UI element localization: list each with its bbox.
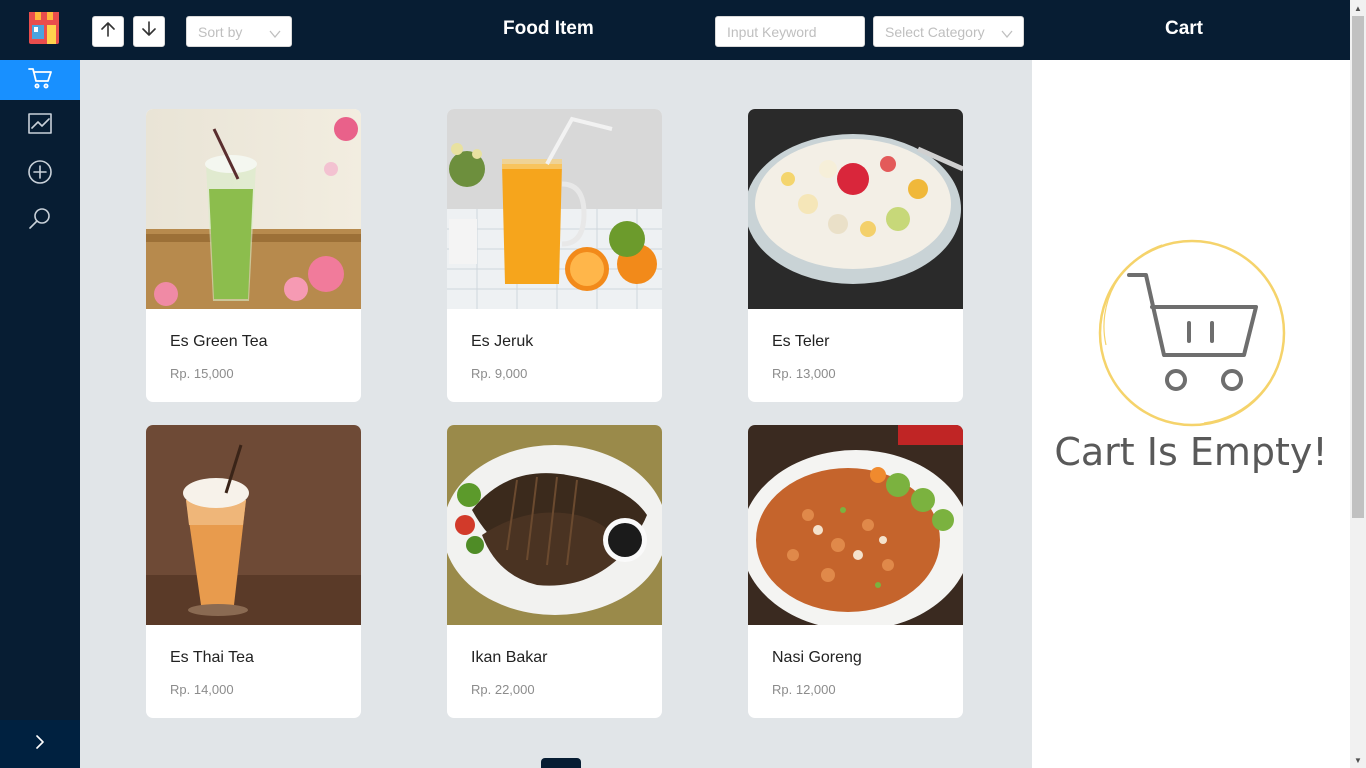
product-image [146, 425, 361, 625]
product-price: Rp. 9,000 [471, 366, 528, 381]
product-name: Es Jeruk [471, 333, 534, 350]
scrollbar-thumb[interactable] [1352, 16, 1364, 518]
sidebar-collapse-toggle[interactable] [0, 720, 80, 768]
product-price: Rp. 12,000 [772, 682, 836, 697]
page-title: Food Item [503, 18, 594, 39]
sort-descending-button[interactable] [133, 16, 165, 47]
store-logo [26, 10, 62, 46]
sidebar-item-add[interactable] [0, 154, 80, 194]
vertical-scrollbar[interactable]: ▲ ▼ [1350, 0, 1366, 768]
product-price: Rp. 22,000 [471, 682, 535, 697]
arrow-up-icon [101, 21, 115, 42]
sort-by-select[interactable]: Sort by [186, 16, 292, 47]
arrow-down-icon [142, 21, 156, 42]
product-name: Es Thai Tea [170, 649, 254, 666]
sidebar [0, 0, 80, 768]
product-card[interactable]: Es Teler Rp. 13,000 [748, 109, 963, 402]
product-price: Rp. 13,000 [772, 366, 836, 381]
product-card[interactable]: Ikan Bakar Rp. 22,000 [447, 425, 662, 718]
scroll-up-arrow-icon[interactable]: ▲ [1350, 0, 1366, 16]
sort-ascending-button[interactable] [92, 16, 124, 47]
product-price: Rp. 14,000 [170, 682, 234, 697]
sort-by-placeholder: Sort by [198, 23, 243, 40]
sidebar-item-cart[interactable] [0, 60, 80, 100]
chart-icon [27, 111, 53, 142]
chevron-right-icon [34, 734, 46, 754]
category-select[interactable]: Select Category [873, 16, 1024, 47]
product-image [748, 109, 963, 309]
keyword-search-input[interactable] [715, 16, 865, 47]
product-image [146, 109, 361, 309]
category-placeholder: Select Category [885, 23, 985, 40]
product-name: Es Teler [772, 333, 830, 350]
cart-empty-message: Cart Is Empty! [1054, 430, 1328, 474]
scroll-down-arrow-icon[interactable]: ▼ [1350, 752, 1366, 768]
product-image [447, 109, 662, 309]
chevron-down-icon [1001, 26, 1013, 42]
product-name: Nasi Goreng [772, 649, 862, 666]
cart-title: Cart [1165, 18, 1204, 39]
product-card[interactable]: Es Thai Tea Rp. 14,000 [146, 425, 361, 718]
empty-cart-icon [1094, 235, 1290, 436]
product-card[interactable]: Es Jeruk Rp. 9,000 [447, 109, 662, 402]
cart-panel: Cart Is Empty! [1032, 60, 1350, 768]
add-icon [27, 159, 53, 190]
pagination-current-page[interactable] [541, 758, 581, 768]
cart-icon [27, 65, 53, 96]
sidebar-item-search[interactable] [0, 201, 80, 241]
search-icon [27, 206, 53, 237]
product-grid: Es Green Tea Rp. 15,000 Es Jeruk Rp. 9,0… [80, 60, 1032, 768]
product-card[interactable]: Nasi Goreng Rp. 12,000 [748, 425, 963, 718]
product-card[interactable]: Es Green Tea Rp. 15,000 [146, 109, 361, 402]
product-name: Ikan Bakar [471, 649, 548, 666]
chevron-down-icon [269, 26, 281, 42]
product-price: Rp. 15,000 [170, 366, 234, 381]
product-image [748, 425, 963, 625]
header: Sort by Food Item Select Category Cart [80, 0, 1350, 60]
sidebar-item-stats[interactable] [0, 106, 80, 146]
product-name: Es Green Tea [170, 333, 268, 350]
product-image [447, 425, 662, 625]
